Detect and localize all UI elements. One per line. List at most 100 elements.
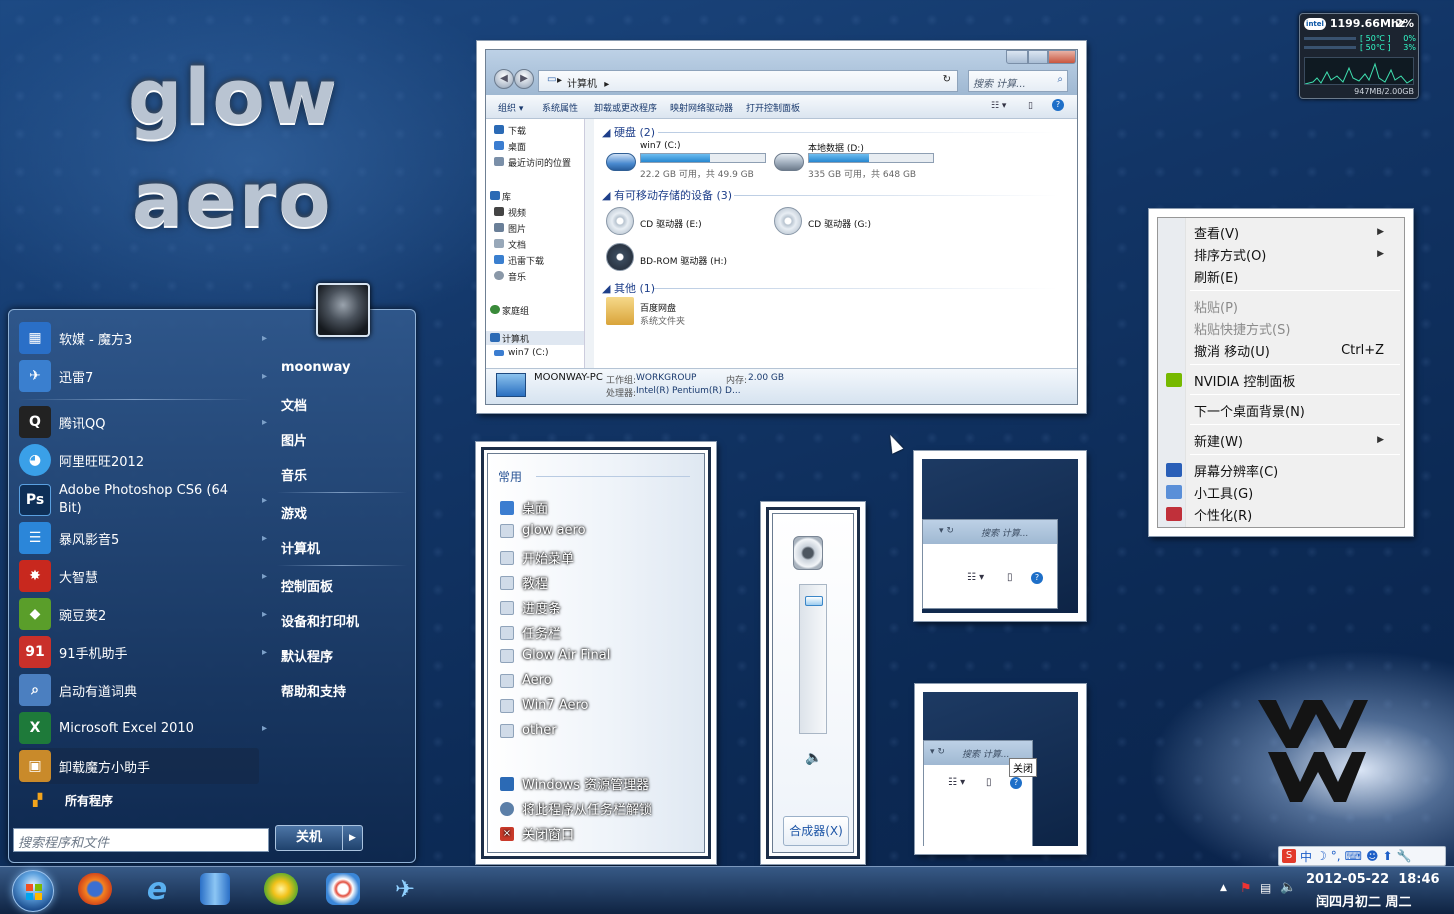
- maximize-button[interactable]: [1028, 50, 1048, 64]
- shutdown-button[interactable]: 关机 ▶: [275, 825, 363, 851]
- speaker-icon[interactable]: [793, 536, 823, 570]
- chevron-right-icon[interactable]: ▸: [262, 371, 267, 382]
- cpu-meter-gadget[interactable]: intel 1199.66Mhz 2% [ 50℃ ] 0% [ 50℃ ] 3…: [1299, 13, 1419, 99]
- moon-icon[interactable]: ☽: [1316, 849, 1327, 863]
- program-item[interactable]: ▣ 卸载魔方小助手: [19, 748, 259, 784]
- nav-item-music[interactable]: 音乐: [508, 270, 526, 283]
- minimize-button[interactable]: [1006, 50, 1028, 64]
- program-item[interactable]: ◆ 豌豆荚2 ▸: [19, 596, 267, 632]
- jump-item-folder[interactable]: glow aero: [500, 523, 586, 538]
- menu-item-undo[interactable]: 撤消 移动(U) Ctrl+Z: [1194, 340, 1394, 360]
- program-item[interactable]: ✈ 迅雷7 ▸: [19, 358, 267, 394]
- clock-lunar[interactable]: 闰四月初二 周二: [1316, 891, 1412, 910]
- chevron-right-icon[interactable]: ▸: [262, 533, 267, 544]
- jump-item-folder[interactable]: other: [500, 723, 557, 738]
- nav-item-recent[interactable]: 最近访问的位置: [508, 156, 571, 169]
- group-removable-header[interactable]: ◢ 有可移动存储的设备 (3): [602, 187, 732, 203]
- toolbar-map-drive[interactable]: 映射网络驱动器: [670, 101, 733, 114]
- show-hidden-icons-icon[interactable]: ▲: [1220, 883, 1227, 893]
- nav-item-homegroup[interactable]: 家庭组: [502, 304, 529, 317]
- action-center-flag-icon[interactable]: ⚑: [1240, 881, 1252, 896]
- user-icon[interactable]: ☻: [1366, 849, 1379, 863]
- chevron-right-icon[interactable]: ▸: [262, 417, 267, 428]
- program-item[interactable]: ☰ 暴风影音5 ▸: [19, 520, 267, 556]
- menu-item-paste[interactable]: 粘贴(P): [1194, 296, 1394, 316]
- toolbar-control-panel[interactable]: 打开控制面板: [746, 101, 800, 114]
- window-thumbnail[interactable]: ▾ ↻ 搜索 计算... ☷ ▾ ▯ ? 关闭: [915, 684, 1086, 854]
- program-item[interactable]: ✸ 大智慧 ▸: [19, 558, 267, 594]
- menu-item-refresh[interactable]: 刷新(E): [1194, 266, 1394, 286]
- program-item[interactable]: 91 91手机助手 ▸: [19, 634, 267, 670]
- wrench-icon[interactable]: 🔧: [1397, 849, 1412, 863]
- wandoujia-icon[interactable]: [264, 873, 298, 905]
- chevron-right-icon[interactable]: ▸: [262, 571, 267, 582]
- chevron-right-icon[interactable]: ▸: [262, 647, 267, 658]
- firefox-icon[interactable]: [78, 873, 112, 905]
- start-right-default-programs[interactable]: 默认程序: [281, 646, 333, 665]
- nav-item-videos[interactable]: 视频: [508, 206, 526, 219]
- start-right-devices[interactable]: 设备和打印机: [281, 611, 359, 630]
- jump-item-folder[interactable]: Glow Air Final: [500, 648, 610, 663]
- program-item[interactable]: ▦ 软媒 - 魔方3 ▸: [19, 320, 267, 356]
- user-avatar[interactable]: [316, 283, 370, 337]
- program-item[interactable]: Q 腾讯QQ ▸: [19, 404, 267, 440]
- view-options-icon[interactable]: ☷ ▾: [991, 101, 1006, 111]
- drive-g-name[interactable]: CD 驱动器 (G:): [808, 217, 871, 230]
- jump-item-folder[interactable]: 开始菜单: [500, 548, 574, 567]
- mixer-button[interactable]: 合成器(X): [783, 816, 849, 846]
- program-item[interactable]: ◕ 阿里旺旺2012: [19, 442, 259, 478]
- search-icon[interactable]: ⌕: [1057, 74, 1063, 85]
- start-right-help[interactable]: 帮助和支持: [281, 681, 346, 700]
- jump-task-unpin[interactable]: 将此程序从任务栏解锁: [500, 799, 652, 818]
- xunlei-icon[interactable]: ✈: [388, 873, 422, 905]
- start-right-control-panel[interactable]: 控制面板: [281, 576, 333, 595]
- nav-item-computer[interactable]: 计算机: [502, 332, 529, 345]
- sogou-icon[interactable]: S: [1282, 849, 1296, 863]
- jump-item-folder[interactable]: 教程: [500, 573, 548, 592]
- drive-e-name[interactable]: CD 驱动器 (E:): [640, 217, 702, 230]
- baidu-name[interactable]: 百度网盘: [640, 301, 676, 314]
- baofeng-icon[interactable]: [326, 873, 360, 905]
- toolbar-system-properties[interactable]: 系统属性: [542, 101, 578, 114]
- jump-item-folder[interactable]: Aero: [500, 673, 552, 688]
- volume-slider-track[interactable]: [799, 584, 827, 734]
- all-programs-button[interactable]: ▞ 所有程序: [19, 788, 259, 812]
- nav-item-pictures[interactable]: 图片: [508, 222, 526, 235]
- menu-item-new[interactable]: 新建(W) ▶: [1194, 430, 1394, 450]
- jump-item-folder[interactable]: 进度条: [500, 598, 561, 617]
- start-right-games[interactable]: 游戏: [281, 503, 307, 522]
- nav-item-win7[interactable]: win7 (C:): [508, 348, 549, 358]
- menu-item-view[interactable]: 查看(V) ▶: [1194, 222, 1394, 242]
- start-right-computer[interactable]: 计算机: [281, 538, 320, 557]
- explorer-icon[interactable]: [200, 873, 230, 905]
- nav-item-desktop[interactable]: 桌面: [508, 140, 526, 153]
- nav-scrollbar[interactable]: [584, 119, 594, 368]
- toolbar-organize[interactable]: 组织 ▾: [498, 101, 523, 114]
- nav-item-xunlei[interactable]: 迅雷下载: [508, 254, 544, 267]
- jump-item-folder[interactable]: 任务栏: [500, 623, 561, 642]
- nav-item-libraries[interactable]: 库: [502, 190, 511, 203]
- window-thumbnail[interactable]: ▾ ↻ 搜索 计算... ☷ ▾ ▯ ?: [914, 451, 1086, 621]
- address-bar[interactable]: ▭ ▸ 计算机 ▸ ↻: [538, 70, 958, 92]
- punctuation-icon[interactable]: °,: [1331, 849, 1341, 863]
- start-search-input[interactable]: 搜索程序和文件: [13, 828, 269, 852]
- group-hdd-header[interactable]: ◢ 硬盘 (2): [602, 124, 655, 140]
- program-item[interactable]: Ps Adobe Photoshop CS6 (64 Bit) ▸: [19, 480, 267, 520]
- breadcrumb[interactable]: 计算机: [567, 79, 597, 90]
- menu-item-nvidia[interactable]: NVIDIA 控制面板: [1194, 370, 1394, 390]
- menu-item-next-background[interactable]: 下一个桌面背景(N): [1194, 400, 1394, 420]
- jump-item-folder[interactable]: Win7 Aero: [500, 698, 589, 713]
- volume-icon[interactable]: 🔈: [1280, 880, 1296, 895]
- clock-datetime[interactable]: 2012-05-22 18:46: [1306, 872, 1440, 887]
- keyboard-icon[interactable]: ⌨: [1345, 849, 1362, 863]
- explorer-titlebar[interactable]: ◀ ▶ ▭ ▸ 计算机 ▸ ↻ 搜索 计算... ⌕: [486, 50, 1077, 95]
- ime-toolbar[interactable]: S 中 ☽ °, ⌨ ☻ ⬆ 🔧: [1278, 846, 1446, 866]
- chevron-right-icon[interactable]: ▸: [262, 333, 267, 344]
- back-arrow-icon[interactable]: ◀: [494, 69, 514, 89]
- chevron-right-icon[interactable]: ▸: [262, 723, 267, 734]
- group-other-header[interactable]: ◢ 其他 (1): [602, 280, 655, 296]
- start-right-pictures[interactable]: 图片: [281, 430, 307, 449]
- search-input[interactable]: 搜索 计算... ⌕: [968, 70, 1068, 92]
- chevron-right-icon[interactable]: ▸: [262, 609, 267, 620]
- nav-item-documents[interactable]: 文档: [508, 238, 526, 251]
